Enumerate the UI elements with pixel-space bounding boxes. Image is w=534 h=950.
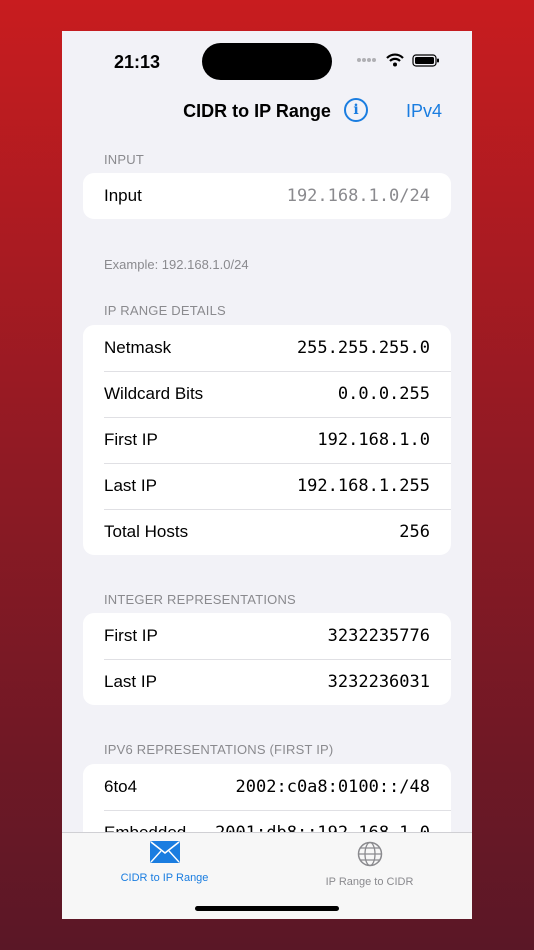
row-value: 192.168.1.0 <box>317 430 430 450</box>
tab-cidr-to-ip-range[interactable]: CIDR to IP Range <box>62 841 267 884</box>
status-icons <box>356 53 440 67</box>
row-value: 192.168.1.255 <box>296 476 430 496</box>
tab-label: IP Range to CIDR <box>325 876 414 888</box>
globe-icon <box>357 841 382 867</box>
input-card: Input 192.168.1.0/24 <box>83 173 451 219</box>
range-section-header: IP RANGE DETAILS <box>104 303 226 318</box>
home-indicator <box>195 906 339 911</box>
row-label: First IP <box>104 626 158 645</box>
input-example-footer: Example: 192.168.1.0/24 <box>104 257 249 272</box>
tab-label: CIDR to IP Range <box>120 872 209 884</box>
range-card: Netmask 255.255.255.0 Wildcard Bits 0.0.… <box>83 325 451 555</box>
input-row[interactable]: Input 192.168.1.0/24 <box>83 173 451 219</box>
battery-icon <box>412 53 439 67</box>
integer-card: First IP 3232235776 Last IP 3232236031 <box>83 613 451 705</box>
signal-dots-icon <box>357 58 376 62</box>
row-value: 3232235776 <box>327 626 430 646</box>
info-button[interactable]: i <box>344 98 368 122</box>
row-label: Netmask <box>104 338 172 357</box>
status-bar: 21:13 <box>62 31 472 91</box>
tab-ip-range-to-cidr[interactable]: IP Range to CIDR <box>267 841 472 888</box>
6to4-row: 6to4 2002:c0a8:0100::/48 <box>83 764 451 810</box>
row-label: Total Hosts <box>104 522 189 541</box>
ipv4-toggle-button[interactable]: IPv4 <box>406 101 442 122</box>
input-label: Input <box>104 186 142 205</box>
page-title: CIDR to IP Range <box>183 101 331 121</box>
row-label: 6to4 <box>104 777 138 796</box>
integer-first-ip-row: First IP 3232235776 <box>83 613 451 659</box>
row-label: Last IP <box>104 672 157 691</box>
netmask-row: Netmask 255.255.255.0 <box>83 325 451 371</box>
integer-last-ip-row: Last IP 3232236031 <box>83 659 451 705</box>
tab-bar: CIDR to IP Range IP Range to CIDR <box>62 832 472 919</box>
row-label: Wildcard Bits <box>104 384 204 403</box>
wildcard-row: Wildcard Bits 0.0.0.255 <box>83 371 451 417</box>
info-icon: i <box>353 102 359 118</box>
cidr-input[interactable]: 192.168.1.0/24 <box>287 186 430 206</box>
wifi-icon <box>386 53 404 67</box>
row-value: 255.255.255.0 <box>296 338 430 358</box>
phone-screen: 21:13 CIDR to IP Range i IPv4 INPUT Inpu… <box>62 31 472 919</box>
envelope-icon <box>149 841 180 863</box>
input-section-header: INPUT <box>104 152 144 167</box>
dynamic-island <box>202 43 332 80</box>
navigation-bar: CIDR to IP Range i IPv4 <box>62 93 472 127</box>
row-value: 0.0.0.255 <box>337 384 430 404</box>
status-time: 21:13 <box>114 52 161 72</box>
ipv6-section-header: IPV6 REPRESENTATIONS (FIRST IP) <box>104 742 334 757</box>
last-ip-row: Last IP 192.168.1.255 <box>83 463 451 509</box>
row-label: Last IP <box>104 476 157 495</box>
row-value: 2002:c0a8:0100::/48 <box>235 777 430 797</box>
first-ip-row: First IP 192.168.1.0 <box>83 417 451 463</box>
integer-section-header: INTEGER REPRESENTATIONS <box>104 592 296 607</box>
row-value: 3232236031 <box>327 672 430 692</box>
row-value: 256 <box>399 522 430 542</box>
total-hosts-row: Total Hosts 256 <box>83 509 451 555</box>
row-label: First IP <box>104 430 158 449</box>
